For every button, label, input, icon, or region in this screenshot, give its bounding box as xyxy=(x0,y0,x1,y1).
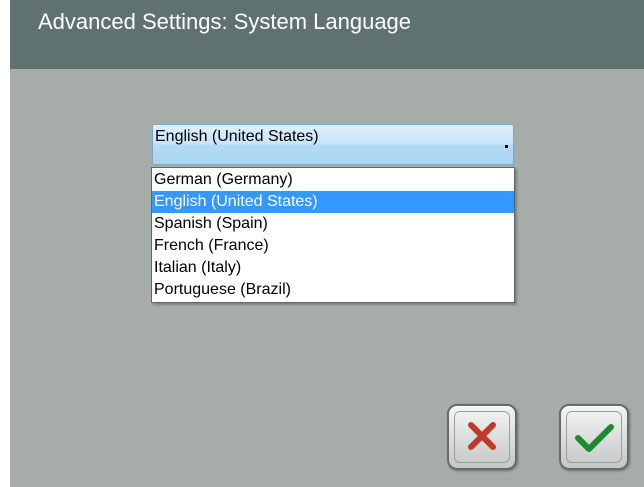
header-bar: Advanced Settings: System Language xyxy=(10,0,644,69)
settings-screen: Advanced Settings: System Language Engli… xyxy=(10,0,644,487)
language-option-portuguese[interactable]: Portuguese (Brazil) xyxy=(152,279,514,301)
language-select-value: English (United States) xyxy=(155,128,319,145)
language-option-german[interactable]: German (Germany) xyxy=(152,169,514,191)
page-title: Advanced Settings: System Language xyxy=(38,9,412,34)
dropdown-arrow-icon xyxy=(505,145,508,148)
language-option-spanish[interactable]: Spanish (Spain) xyxy=(152,213,514,235)
language-option-english-us[interactable]: English (United States) xyxy=(152,191,514,213)
language-select[interactable]: English (United States) xyxy=(152,124,514,165)
language-dropdown-list: German (Germany) English (United States)… xyxy=(151,167,515,303)
x-icon xyxy=(468,422,496,450)
checkmark-icon xyxy=(575,424,614,452)
language-option-french[interactable]: French (France) xyxy=(152,235,514,257)
language-option-italian[interactable]: Italian (Italy) xyxy=(152,257,514,279)
confirm-button[interactable] xyxy=(559,404,629,470)
cancel-button[interactable] xyxy=(447,404,517,470)
